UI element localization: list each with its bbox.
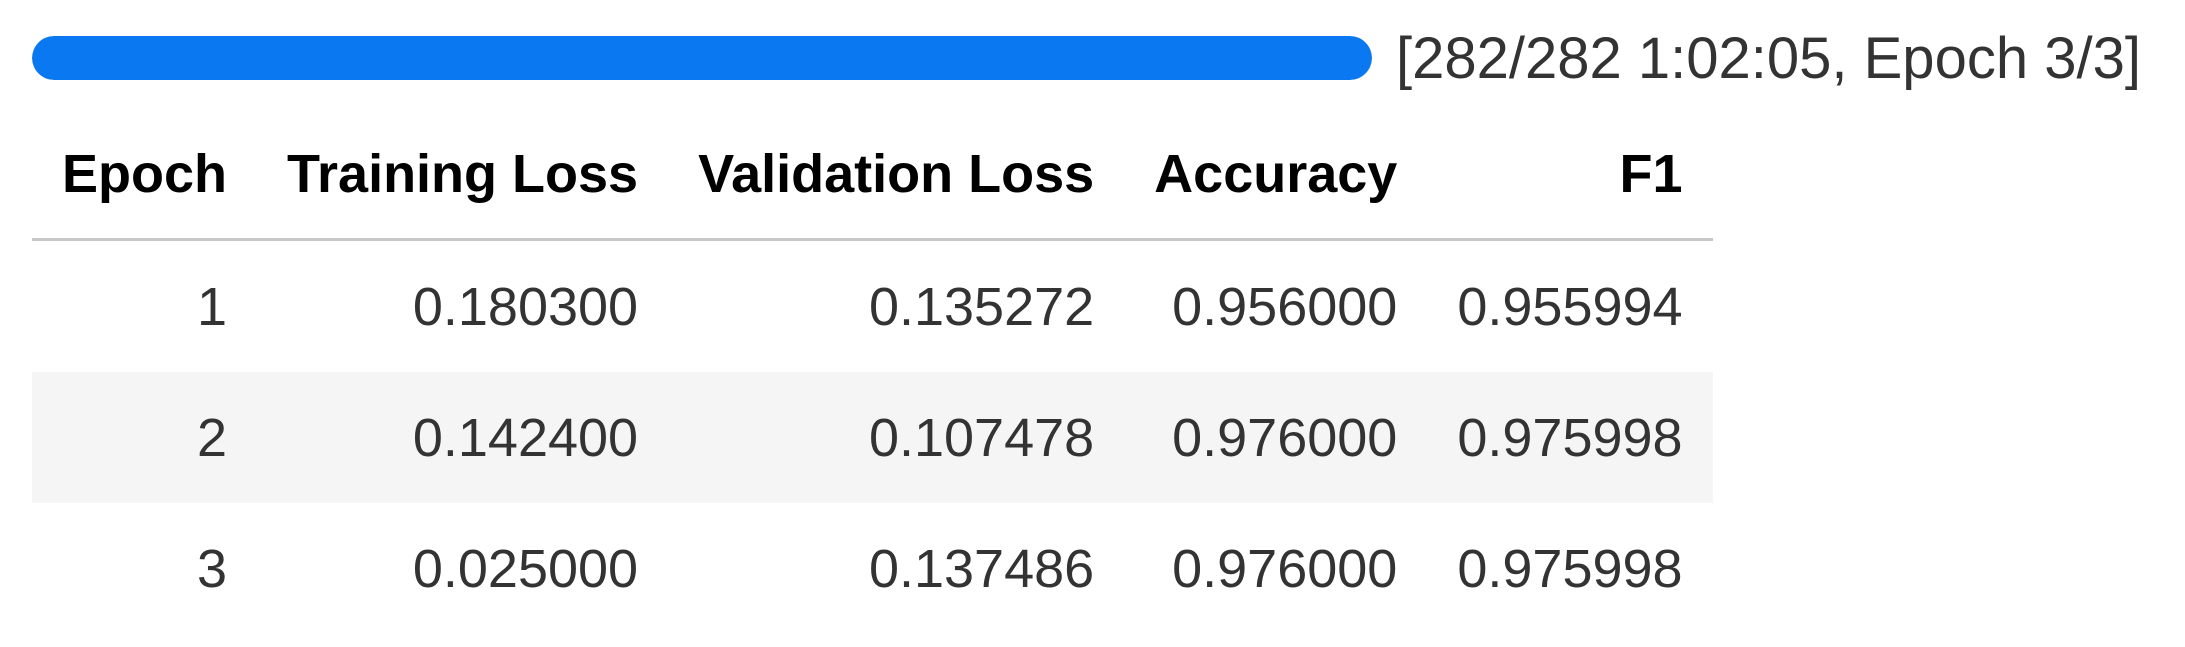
progress-bar	[32, 36, 1372, 80]
column-header-training-loss: Training Loss	[257, 110, 669, 241]
column-header-accuracy: Accuracy	[1124, 110, 1428, 241]
progress-status-text: [282/282 1:02:05, Epoch 3/3]	[1396, 25, 2141, 91]
table-row: 3 0.025000 0.137486 0.976000 0.975998	[32, 503, 1713, 634]
cell-training-loss: 0.025000	[412, 538, 639, 599]
cell-epoch: 2	[32, 372, 258, 503]
cell-accuracy: 0.956000	[1172, 276, 1398, 337]
training-progress: [282/282 1:02:05, Epoch 3/3]	[32, 24, 2141, 92]
column-header-validation-loss: Validation Loss	[668, 110, 1125, 241]
table-row: 2 0.142400 0.107478 0.976000 0.975998	[32, 372, 1713, 503]
training-metrics-table: Epoch Training Loss Validation Loss Accu…	[32, 110, 1713, 634]
progress-bar-fill	[32, 36, 1372, 80]
table-row: 1 0.180300 0.135272 0.956000 0.955994	[32, 240, 1713, 373]
cell-validation-loss: 0.135272	[868, 276, 1095, 337]
cell-epoch: 1	[196, 276, 228, 337]
cell-f1: 0.975998	[1457, 538, 1683, 599]
table-header-row: Epoch Training Loss Validation Loss Accu…	[32, 110, 1713, 241]
cell-f1: 0.975998	[1427, 372, 1713, 503]
cell-accuracy: 0.976000	[1124, 372, 1428, 503]
cell-training-loss: 0.180300	[412, 276, 639, 337]
column-header-f1: F1	[1427, 110, 1713, 241]
cell-validation-loss: 0.107478	[668, 372, 1125, 503]
cell-validation-loss: 0.137486	[868, 538, 1095, 599]
cell-training-loss: 0.142400	[257, 372, 669, 503]
cell-f1: 0.955994	[1457, 276, 1683, 337]
cell-epoch: 3	[196, 538, 228, 599]
cell-accuracy: 0.976000	[1172, 538, 1398, 599]
column-header-epoch: Epoch	[32, 110, 258, 241]
